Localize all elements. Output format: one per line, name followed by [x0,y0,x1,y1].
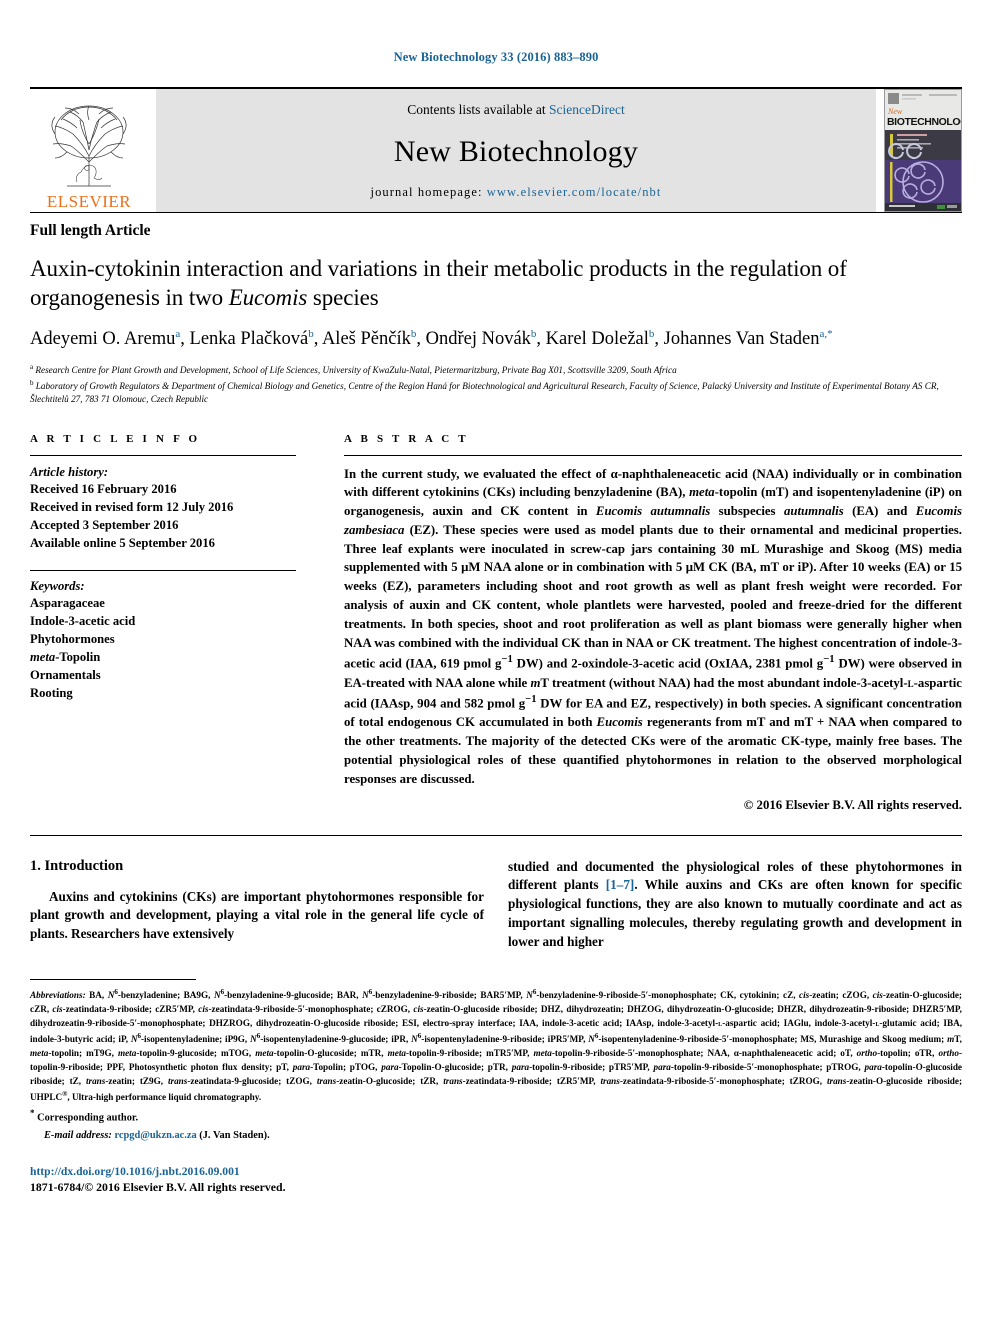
homepage-prefix: journal homepage: [370,185,487,199]
abstract-copyright: © 2016 Elsevier B.V. All rights reserved… [743,797,962,812]
abbreviations-footnote: Abbreviations: BA, N6-benzyladenine; BA9… [30,987,962,1105]
corresponding-author-text: Corresponding author. [37,1112,139,1124]
citation-link[interactable]: [1–7] [606,877,635,892]
article-type-label: Full length Article [30,222,151,239]
keyword-item: Asparagaceae [30,595,105,610]
article-body: 1. Introduction Auxins and cytokinins (C… [30,858,962,952]
history-item: Available online 5 September 2016 [30,535,215,550]
keywords-title: Keywords: [30,578,85,593]
journal-article-page: New Biotechnology 33 (2016) 883–890 ELSE… [0,0,992,1323]
affiliations: a Research Centre for Plant Growth and D… [30,362,962,406]
abstract-column: A B S T R A C T In the current study, we… [344,433,962,813]
title-species-italic: Eucomis [228,285,308,311]
keyword-item: Phytohormones [30,631,115,646]
affiliation-b-text: Laboratory of Growth Regulators & Depart… [30,380,939,405]
keyword-item: Indole-3-acetic acid [30,613,136,628]
affiliation-a-text: Research Centre for Plant Growth and Dev… [35,365,677,376]
keywords-rule [30,569,296,571]
article-info-column: A R T I C L E I N F O Article history: R… [30,433,316,813]
corresponding-author-note: * Corresponding author. [30,1107,962,1126]
affiliation-a: a Research Centre for Plant Growth and D… [30,362,962,377]
email-label: E-mail address: [44,1130,112,1142]
contents-prefix: Contents lists available at [407,102,549,117]
body-column-right: studied and documented the physiological… [508,858,962,952]
footnote-rule [30,979,196,981]
affiliation-marker-a: a [30,363,34,372]
affiliation-marker-b: b [30,378,34,387]
journal-homepage-link[interactable]: www.elsevier.com/locate/nbt [487,185,662,199]
email-note: E-mail address: rcpgd@ukzn.ac.za (J. Van… [30,1128,962,1144]
elsevier-wordmark: ELSEVIER [46,192,132,211]
journal-homepage-line: journal homepage: www.elsevier.com/locat… [371,185,662,200]
body-separator-rule [30,834,962,836]
keyword-item: Ornamentals [30,667,101,682]
body-column-left: 1. Introduction Auxins and cytokinins (C… [30,858,484,952]
masthead-bottom-rule [30,212,962,213]
page-title: Auxin-cytokinin interaction and variatio… [30,254,962,312]
asterisk-icon: * [30,1108,35,1119]
introduction-paragraph-left: Auxins and cytokinins (CKs) are importan… [30,888,484,942]
journal-masthead: ELSEVIER Contents lists available at Sci… [30,87,962,213]
info-abstract-region: A R T I C L E I N F O Article history: R… [30,433,962,813]
affiliation-b: b Laboratory of Growth Regulators & Depa… [30,378,962,407]
contents-available-line: Contents lists available at ScienceDirec… [407,102,624,118]
email-link[interactable]: rcpgd@ukzn.ac.za [114,1130,196,1141]
column-gap [316,433,344,813]
svg-text:BIOTECHNOLOGY: BIOTECHNOLOGY [887,116,961,128]
article-info-rule [30,454,296,456]
email-attribution: (J. Van Staden). [199,1130,270,1142]
abbreviations-text: BA, N6-benzyladenine; BA9G, N6-benzylade… [30,988,963,1103]
introduction-paragraph-right: studied and documented the physiological… [508,858,962,952]
issn-copyright: 1871-6784/© 2016 Elsevier B.V. All right… [30,1179,286,1194]
keyword-italic-prefix: meta [30,649,56,664]
doi-block: http://dx.doi.org/10.1016/j.nbt.2016.09.… [30,1164,962,1196]
history-item: Received in revised form 12 July 2016 [30,499,234,514]
journal-title: New Biotechnology [393,134,639,168]
keyword-item: meta-Topolin [30,649,101,664]
elsevier-tree-icon [37,100,141,192]
abstract-heading: A B S T R A C T [344,432,469,445]
abbreviations-label: Abbreviations: [30,990,86,1001]
author-list: Adeyemi O. Aremua, Lenka Plačkováb, Aleš… [30,328,833,350]
abstract-rule [344,454,962,456]
history-item: Accepted 3 September 2016 [30,517,179,532]
history-item: Received 16 February 2016 [30,481,177,496]
title-text-part1: Auxin-cytokinin interaction and variatio… [30,256,847,311]
article-info-heading: A R T I C L E I N F O [30,432,201,445]
sciencedirect-link[interactable]: ScienceDirect [549,102,625,117]
title-text-part2: species [307,285,379,311]
running-head: New Biotechnology 33 (2016) 883–890 [393,50,599,64]
svg-text:New: New [887,107,903,116]
doi-link[interactable]: http://dx.doi.org/10.1016/j.nbt.2016.09.… [30,1164,962,1180]
article-history-list: Received 16 February 2016 Received in re… [30,480,296,552]
abstract-text: In the current study, we evaluated the e… [344,466,963,786]
introduction-heading: 1. Introduction [30,857,124,874]
keyword-item: Rooting [30,685,73,700]
keywords-block: Keywords: Asparagaceae Indole-3-acetic a… [30,569,296,702]
article-history-title: Article history: [30,464,109,479]
masthead-center-panel: Contents lists available at ScienceDirec… [156,89,876,212]
journal-cover-thumbnail[interactable]: New BIOTECHNOLOGY [884,89,962,212]
elsevier-logo: ELSEVIER [30,89,148,212]
